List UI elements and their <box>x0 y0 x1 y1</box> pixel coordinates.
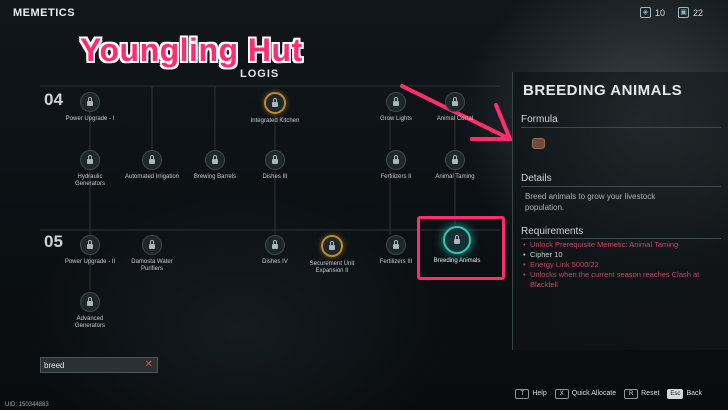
hint-help[interactable]: T Help <box>515 389 547 399</box>
energy-icon: ▣ <box>678 7 689 18</box>
requirement-item: Cipher 10 <box>523 250 703 260</box>
details-heading: Details <box>521 173 552 184</box>
hint-label: Quick Allocate <box>571 390 617 397</box>
node-damosta-water-purifiers[interactable]: Damosta Water Purifiers <box>97 235 207 273</box>
node-ring <box>445 92 465 112</box>
lock-icon <box>272 98 278 107</box>
tree-section-title: LOGIS <box>240 68 280 80</box>
lock-icon <box>393 155 399 164</box>
lock-icon <box>87 97 93 106</box>
key-esc: Esc <box>667 389 684 399</box>
node-dishes-3[interactable]: Dishes III <box>220 150 330 181</box>
node-label: Dishes III <box>262 174 288 180</box>
requirements-list: Unlock Prerequisite Memetic: Animal Tami… <box>523 240 703 290</box>
annotation-banner: Youngling Hut <box>80 32 303 68</box>
lock-icon <box>393 240 399 249</box>
search-box[interactable]: ✕ <box>40 357 158 373</box>
node-label: Damosta Water Purifiers <box>131 259 173 272</box>
energy-count: 22 <box>693 7 704 18</box>
app-title: MEMETICS <box>13 7 76 19</box>
node-power-upgrade-1[interactable]: Power Upgrade - I <box>35 92 145 123</box>
node-label: Animal Taming <box>435 174 475 180</box>
resource-energy: ▣ 22 <box>678 7 703 18</box>
node-ring <box>142 150 162 170</box>
node-integrated-kitchen[interactable]: Integrated Kitchen <box>220 92 330 125</box>
hint-label: Reset <box>641 390 660 397</box>
node-ring <box>80 292 100 312</box>
formula-item-icon[interactable] <box>532 138 545 149</box>
node-ring <box>265 150 285 170</box>
requirement-item: Unlock Prerequisite Memetic: Animal Tami… <box>523 240 703 250</box>
lock-icon <box>149 240 155 249</box>
node-label: Animal Corral <box>436 116 474 122</box>
lock-icon <box>272 155 278 164</box>
lock-icon <box>452 97 458 106</box>
lock-icon <box>212 155 218 164</box>
node-label: Advanced Generators <box>74 316 105 329</box>
divider <box>521 238 721 239</box>
annotation-highlight-box <box>417 216 505 280</box>
user-id: UID: 150344883 <box>5 402 49 408</box>
node-ring <box>80 92 100 112</box>
lock-icon <box>393 97 399 106</box>
hint-reset[interactable]: R Reset <box>624 389 659 399</box>
clear-search-icon[interactable]: ✕ <box>145 359 153 371</box>
key-t: T <box>515 389 530 399</box>
node-ring <box>142 235 162 255</box>
search-input[interactable] <box>44 358 134 372</box>
divider <box>521 186 721 187</box>
lock-icon <box>149 155 155 164</box>
lock-icon <box>87 240 93 249</box>
key-hints: T Help X Quick Allocate R Reset Esc Back <box>515 389 702 399</box>
node-label: Integrated Kitchen <box>250 118 300 124</box>
requirement-item: Energy Link 5000/22 <box>523 260 703 270</box>
key-x: X <box>554 389 569 399</box>
hint-quick-allocate[interactable]: X Quick Allocate <box>554 389 617 399</box>
node-animal-taming[interactable]: Animal Taming <box>400 150 510 181</box>
lock-icon <box>87 155 93 164</box>
resource-chip: ◈ 10 <box>640 7 665 18</box>
lock-icon <box>329 241 335 250</box>
detail-panel: BREEDING ANIMALS Formula Details Breed a… <box>512 72 728 350</box>
hint-back[interactable]: Esc Back <box>667 389 702 399</box>
top-bar: MEMETICS ◈ 10 ▣ 22 <box>0 0 728 26</box>
key-r: R <box>624 389 639 399</box>
hint-label: Back <box>686 390 702 397</box>
node-advanced-generators[interactable]: Advanced Generators <box>35 292 145 330</box>
node-ring <box>321 235 343 257</box>
chip-icon: ◈ <box>640 7 651 18</box>
divider <box>521 127 721 128</box>
hint-label: Help <box>532 390 547 397</box>
formula-heading: Formula <box>521 114 558 125</box>
requirement-item: Unlocks when the current season reaches … <box>523 270 703 290</box>
detail-title: BREEDING ANIMALS <box>523 82 683 99</box>
node-ring <box>445 150 465 170</box>
chip-count: 10 <box>655 7 666 18</box>
detail-description: Breed animals to grow your livestock pop… <box>525 192 656 212</box>
lock-icon <box>452 155 458 164</box>
node-animal-corral[interactable]: Animal Corral <box>400 92 510 123</box>
lock-icon <box>87 297 93 306</box>
requirements-heading: Requirements <box>521 226 584 237</box>
node-ring <box>264 92 286 114</box>
node-label: Power Upgrade - I <box>65 116 115 122</box>
